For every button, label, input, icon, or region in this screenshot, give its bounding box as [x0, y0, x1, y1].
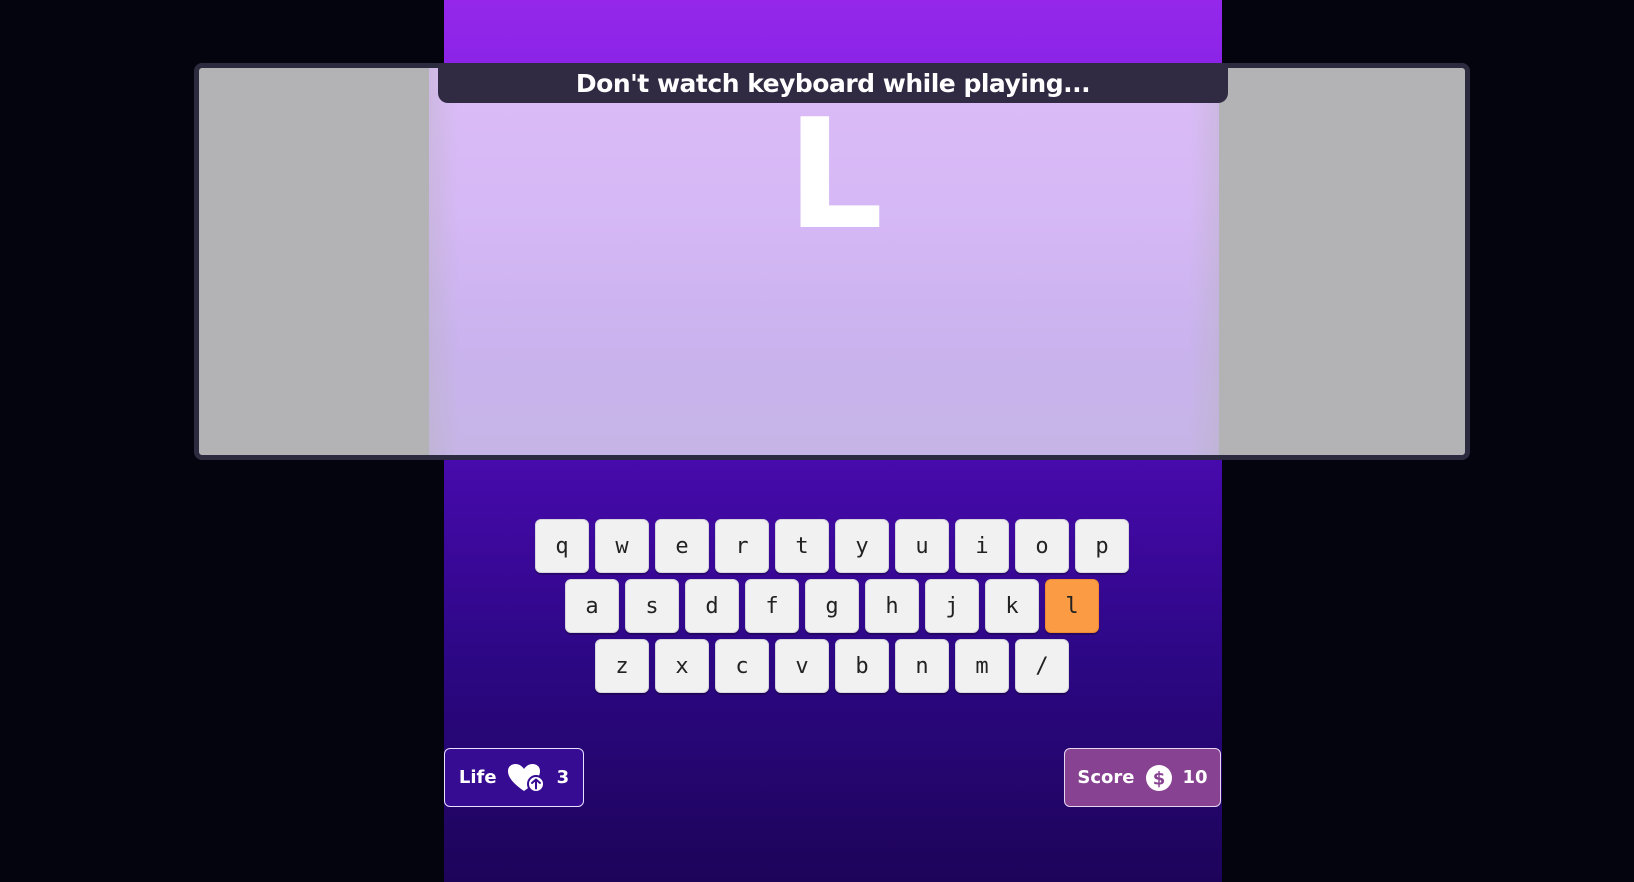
keyboard-row-2: asdfghjkl [565, 579, 1099, 633]
stage-fade-right [1189, 68, 1279, 455]
key-h[interactable]: h [865, 579, 919, 633]
key-u[interactable]: u [895, 519, 949, 573]
key-d[interactable]: d [685, 579, 739, 633]
dollar-coin-icon: $ [1145, 764, 1173, 792]
key-f[interactable]: f [745, 579, 799, 633]
key-t[interactable]: t [775, 519, 829, 573]
life-value: 3 [556, 767, 570, 788]
key-g[interactable]: g [805, 579, 859, 633]
key-e[interactable]: e [655, 519, 709, 573]
keyboard-row-3: z x c v b n m / [595, 639, 1069, 693]
key-z[interactable]: z [595, 639, 649, 693]
stage-fade-left [369, 68, 459, 455]
key-b[interactable]: b [835, 639, 889, 693]
key-a[interactable]: a [565, 579, 619, 633]
key-y[interactable]: y [835, 519, 889, 573]
score-label: Score [1077, 767, 1135, 788]
key-m[interactable]: m [955, 639, 1009, 693]
key-j[interactable]: j [925, 579, 979, 633]
key-slash[interactable]: / [1015, 639, 1069, 693]
key-n[interactable]: n [895, 639, 949, 693]
key-i[interactable]: i [955, 519, 1009, 573]
key-v[interactable]: v [775, 639, 829, 693]
key-q[interactable]: q [535, 519, 589, 573]
heart-plus-icon [507, 763, 547, 793]
svg-text:$: $ [1152, 768, 1165, 789]
key-r[interactable]: r [715, 519, 769, 573]
target-letter: L [786, 86, 884, 263]
key-x[interactable]: x [655, 639, 709, 693]
life-counter: Life 3 [444, 748, 584, 807]
score-counter: Score $ 10 [1064, 748, 1221, 807]
key-l[interactable]: l [1045, 579, 1099, 633]
score-value: 10 [1182, 767, 1208, 788]
keyboard-row-1: qwertyuiop [535, 519, 1129, 573]
key-p[interactable]: p [1075, 519, 1129, 573]
key-k[interactable]: k [985, 579, 1039, 633]
key-w[interactable]: w [595, 519, 649, 573]
key-s[interactable]: s [625, 579, 679, 633]
key-o[interactable]: o [1015, 519, 1069, 573]
life-label: Life [458, 767, 497, 788]
key-c[interactable]: c [715, 639, 769, 693]
